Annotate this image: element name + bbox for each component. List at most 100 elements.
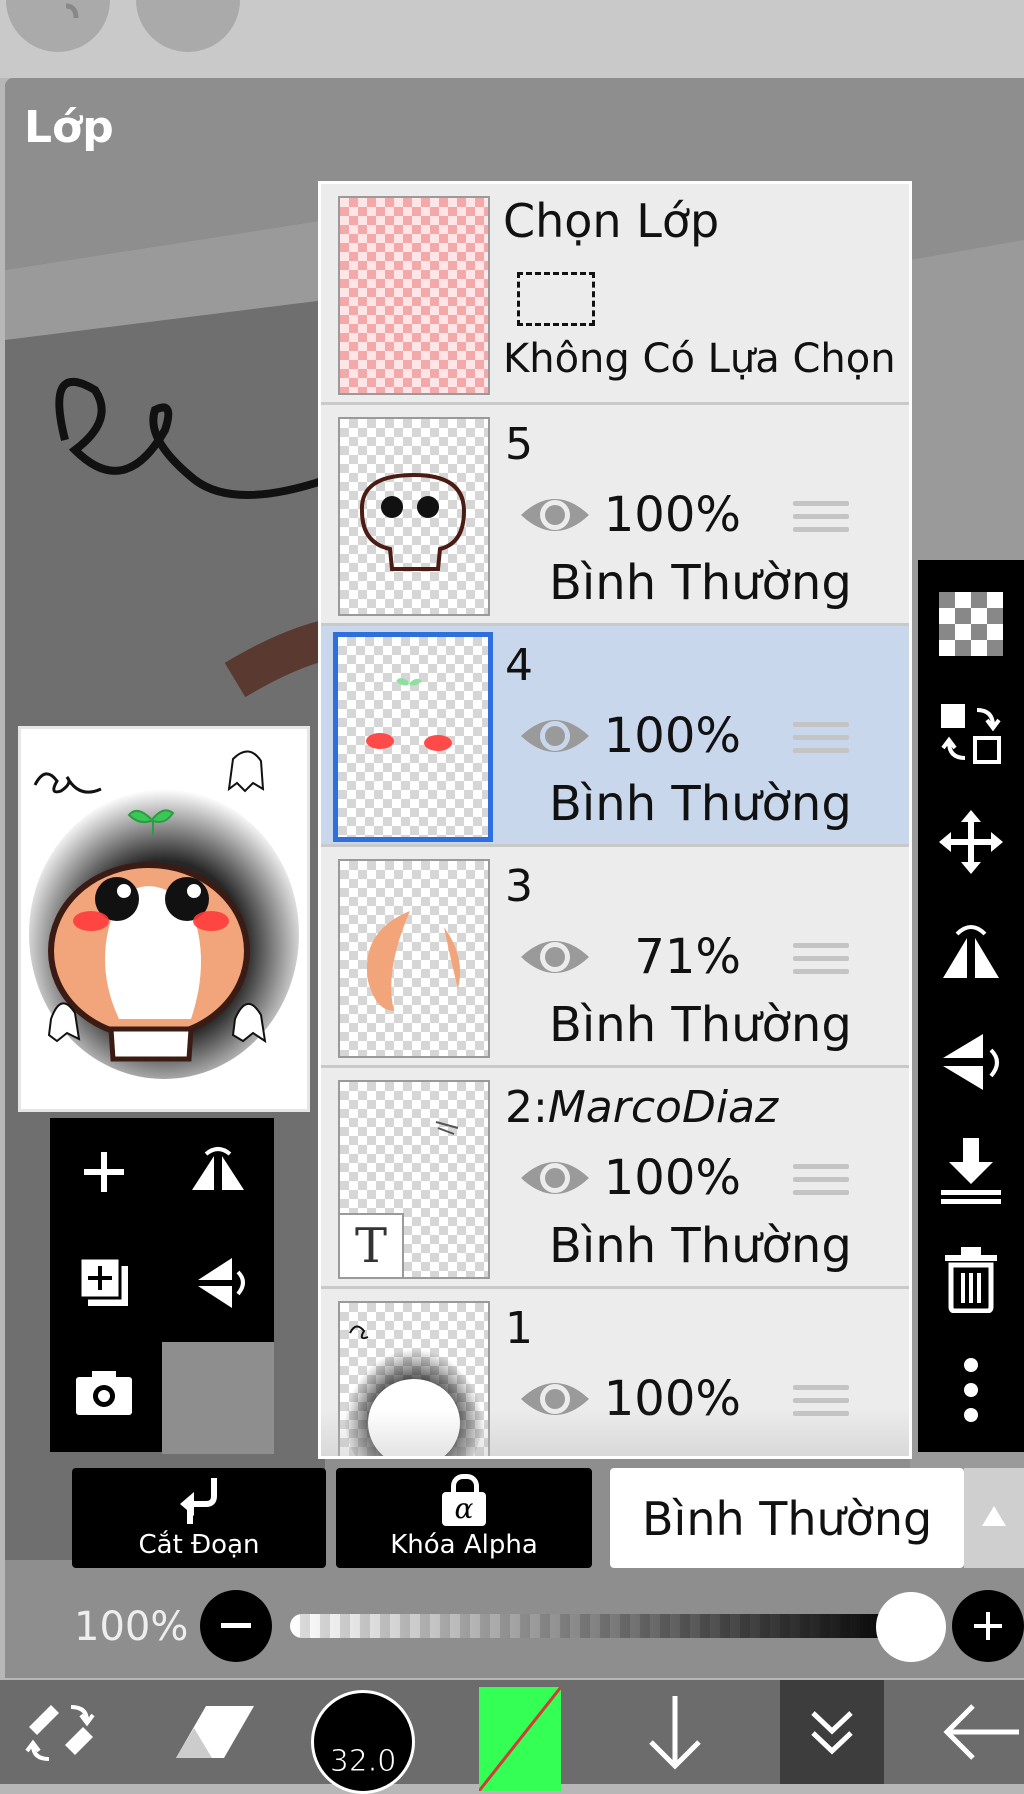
- layer-5-thumbnail: [338, 417, 490, 616]
- layer-blend-mode: Bình Thường: [549, 997, 852, 1053]
- brush-size-button[interactable]: 32.0: [308, 1680, 418, 1794]
- layer-row-2[interactable]: T 2:MarcoDiaz 100% Bình Thường: [321, 1068, 909, 1289]
- layer-blend-mode: Bình Thường: [549, 1218, 852, 1274]
- layer-opacity: 100%: [603, 1150, 741, 1206]
- layer-opacity: 100%: [603, 487, 741, 543]
- add-copy-layer-button[interactable]: [54, 1232, 154, 1332]
- back-arrow-icon: [943, 1704, 1019, 1760]
- plus-icon: [974, 1612, 1002, 1640]
- flip-horizontal-button[interactable]: [918, 902, 1024, 1002]
- camera-button[interactable]: [54, 1342, 154, 1442]
- opacity-slider-thumb[interactable]: [876, 1592, 946, 1662]
- alpha-lock-button[interactable]: α Khóa Alpha: [336, 1468, 592, 1568]
- blend-mode-dropdown-button[interactable]: [964, 1468, 1024, 1568]
- drag-handle-icon[interactable]: [793, 1164, 849, 1203]
- current-color-swatch: [479, 1687, 561, 1791]
- layer-name: MarcoDiaz: [547, 1082, 779, 1133]
- color-swatch-button[interactable]: [478, 1680, 562, 1791]
- collapse-button[interactable]: [780, 1680, 884, 1784]
- layer-down-button[interactable]: [630, 1680, 720, 1784]
- add-copy-icon: [78, 1256, 128, 1306]
- flip-horizontal-icon: [943, 925, 999, 978]
- layer-number: 3: [505, 861, 533, 912]
- layer-row-1[interactable]: 1 100%: [321, 1289, 909, 1456]
- opacity-increase-button[interactable]: [952, 1590, 1024, 1662]
- swap-layers-button[interactable]: [918, 684, 1024, 784]
- brush-size-value: 32.0: [329, 1744, 397, 1780]
- drag-handle-icon[interactable]: [793, 722, 849, 761]
- toolbar-notch: [162, 1342, 274, 1454]
- clip-arrow-icon: [180, 1478, 217, 1524]
- selection-layer-thumbnail: [338, 196, 490, 395]
- merge-down-icon: [941, 1138, 1001, 1204]
- camera-icon: [76, 1371, 132, 1415]
- delete-layer-button[interactable]: [918, 1230, 1024, 1330]
- lock-icon: α: [442, 1474, 486, 1526]
- opacity-slider-track[interactable]: [290, 1614, 912, 1638]
- drag-handle-icon[interactable]: [793, 943, 849, 982]
- swap-layers-icon: [941, 704, 1001, 764]
- eraser-icon: [176, 1706, 254, 1758]
- merge-down-button[interactable]: [918, 1120, 1024, 1220]
- blend-mode-select[interactable]: Bình Thường: [610, 1468, 964, 1568]
- dialog-title: Lớp: [24, 102, 114, 153]
- layer-row-4[interactable]: 4 100% Bình Thường: [321, 626, 909, 847]
- arrow-down-icon: [649, 1696, 701, 1770]
- layer-4-thumbnail: [333, 632, 493, 842]
- flip-vertical-icon: [198, 1258, 245, 1308]
- selection-layer-title: Chọn Lớp: [503, 194, 720, 248]
- layer-opacity: 71%: [634, 929, 741, 985]
- clipping-button[interactable]: Cắt Đoạn: [72, 1468, 326, 1568]
- more-icon: [964, 1358, 978, 1422]
- alpha-glyph: α: [442, 1492, 486, 1526]
- add-layer-icon: [84, 1152, 124, 1192]
- chevron-up-icon: [982, 1506, 1006, 1526]
- add-layer-button[interactable]: [54, 1122, 154, 1222]
- move-icon: [939, 810, 1003, 874]
- layer-row-3[interactable]: 3 71% Bình Thường: [321, 847, 909, 1068]
- layer-number: 5: [505, 419, 533, 470]
- layer-3-thumbnail: [338, 859, 490, 1058]
- move-layer-button[interactable]: [918, 792, 1024, 892]
- text-layer-icon: T: [340, 1213, 404, 1277]
- flip-vertical-icon: [943, 1034, 999, 1090]
- brush-size-circle: 32.0: [311, 1690, 415, 1794]
- flip-layer-vertical-button[interactable]: [168, 1232, 268, 1332]
- layer-blend-mode: Bình Thường: [549, 555, 852, 611]
- eraser-button[interactable]: [160, 1680, 270, 1784]
- drag-handle-icon[interactable]: [793, 501, 849, 540]
- flip-vertical-button[interactable]: [918, 1012, 1024, 1112]
- eye-icon[interactable]: [517, 712, 593, 760]
- layer-list[interactable]: Chọn Lớp Không Có Lựa Chọn 5 100% Bình T…: [318, 181, 912, 1459]
- blend-mode-value: Bình Thường: [642, 1492, 933, 1546]
- eye-icon[interactable]: [517, 1154, 593, 1202]
- layer-number: 1: [505, 1303, 533, 1354]
- layer-row-5[interactable]: 5 100% Bình Thường: [321, 405, 909, 626]
- right-toolbar: [918, 560, 1024, 1452]
- brush-swap-icon: [25, 1705, 95, 1761]
- double-chevron-icon: [811, 1711, 853, 1755]
- clipping-label: Cắt Đoạn: [138, 1530, 260, 1560]
- layer-opacity: 100%: [603, 708, 741, 764]
- flip-layer-horizontal-button[interactable]: [168, 1122, 268, 1222]
- flip-horizontal-icon: [192, 1147, 244, 1190]
- undo-icon: [65, 3, 79, 19]
- minus-icon: [221, 1623, 251, 1628]
- list-fade: [321, 1409, 909, 1456]
- canvas-preview[interactable]: [18, 726, 310, 1112]
- checker-icon: [939, 592, 1003, 656]
- layer-number: 4: [505, 640, 533, 691]
- layer-2-thumbnail: T: [338, 1080, 490, 1279]
- brush-swap-button[interactable]: [10, 1680, 110, 1784]
- selection-status: Không Có Lựa Chọn: [503, 336, 896, 382]
- more-options-button[interactable]: [918, 1340, 1024, 1440]
- trash-icon: [945, 1247, 997, 1313]
- transparent-fill-button[interactable]: [918, 574, 1024, 674]
- selection-marquee-icon: [517, 272, 595, 326]
- eye-icon[interactable]: [517, 933, 593, 981]
- opacity-decrease-button[interactable]: [200, 1590, 272, 1662]
- eye-icon[interactable]: [517, 491, 593, 539]
- selection-layer-row[interactable]: Chọn Lớp Không Có Lựa Chọn: [321, 184, 909, 405]
- layer-blend-mode: Bình Thường: [549, 776, 852, 832]
- back-button[interactable]: [934, 1680, 1024, 1784]
